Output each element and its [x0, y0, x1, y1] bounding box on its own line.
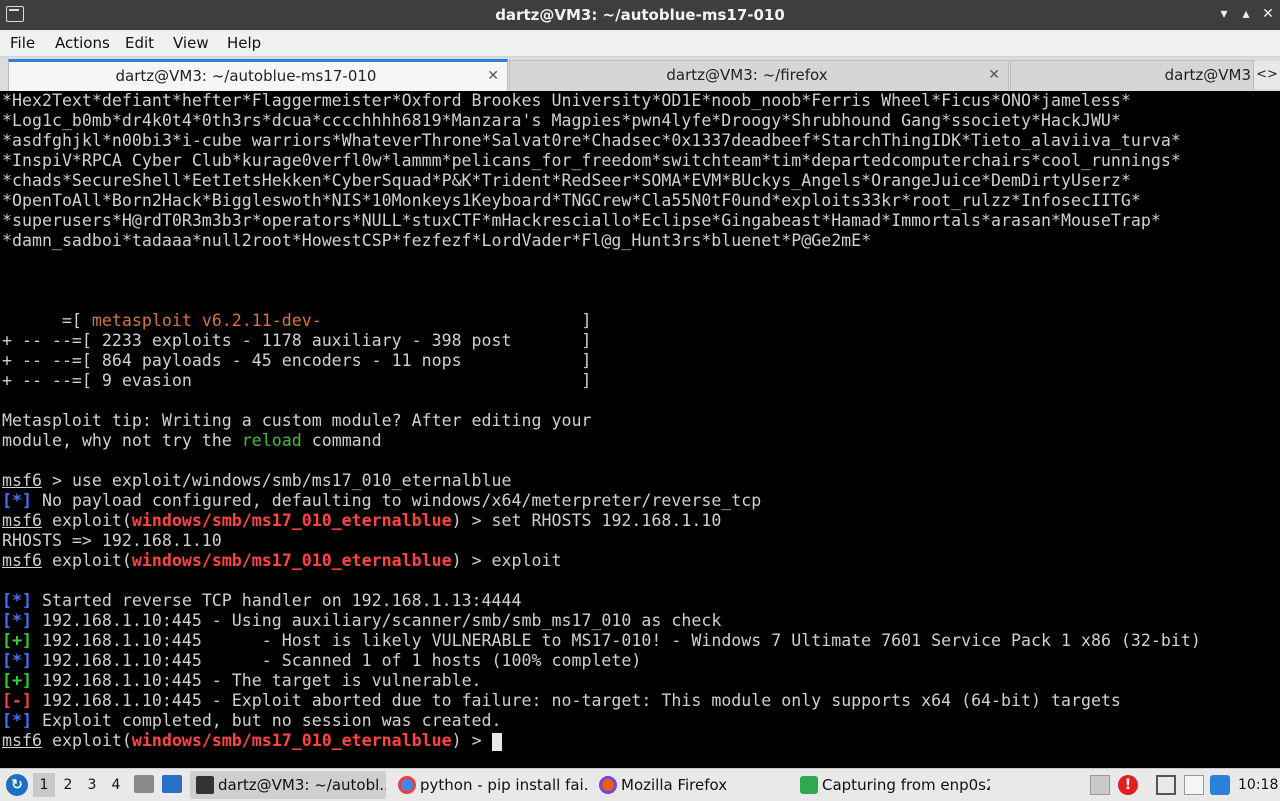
- window-title: dartz@VM3: ~/autoblue-ms17-010: [495, 6, 785, 24]
- tab-autoblue[interactable]: dartz@VM3: ~/autoblue-ms17-010 ✕: [8, 59, 508, 91]
- tab-firefox[interactable]: dartz@VM3: ~/firefox ✕: [509, 60, 1009, 90]
- output-line: [*] 192.168.1.10:445 - Scanned 1 of 1 ho…: [2, 651, 642, 670]
- notes-icon[interactable]: [1184, 775, 1204, 795]
- chevron-left-icon[interactable]: <: [1256, 67, 1267, 82]
- version-line: =[ metasploit v6.2.11-dev- ]: [2, 311, 592, 330]
- clock[interactable]: 10:18: [1238, 769, 1278, 801]
- version-text: metasploit v6.2.11-dev-: [91, 311, 322, 330]
- info-marker: [*]: [2, 591, 32, 610]
- tab-close-icon[interactable]: ✕: [988, 67, 1000, 83]
- task-terminal[interactable]: dartz@VM3: ~/autobl...: [190, 771, 386, 799]
- task-wireshark[interactable]: Capturing from enp0s2: [794, 771, 990, 799]
- task-chrome[interactable]: python - pip install fai...: [392, 771, 588, 799]
- terminal-output[interactable]: *Hex2Text*defiant*hefter*Flaggermeister*…: [0, 91, 1280, 763]
- reload-keyword: reload: [241, 431, 302, 450]
- tip-line: Metasploit tip: Writing a custom module?…: [2, 411, 592, 430]
- output-line: [*] Started reverse TCP handler on 192.1…: [2, 591, 522, 610]
- workspace-1[interactable]: 1: [33, 773, 55, 797]
- output-line: [+] 192.168.1.10:445 - The target is vul…: [2, 671, 482, 690]
- maximize-button[interactable]: ▴: [1236, 4, 1256, 24]
- command-line: msf6 exploit(windows/smb/ms17_010_eterna…: [2, 551, 562, 570]
- banner-line: *superusers*H@rdT0R3m3b3r*operators*NULL…: [2, 211, 1161, 230]
- taskbar: ↻ 1 2 3 4 dartz@VM3: ~/autobl... python …: [0, 768, 1280, 801]
- banner-line: *InspiV*RPCA Cyber Club*kurage0verfl0w*l…: [2, 151, 1181, 170]
- tab-label: dartz@VM3: ~/firefox: [666, 66, 828, 84]
- workspace-2[interactable]: 2: [57, 773, 79, 797]
- banner-line: *asdfghjkl*n00bi3*i-cube warriors*Whatev…: [2, 131, 1181, 150]
- output-line: RHOSTS => 192.168.1.10: [2, 531, 222, 550]
- alert-icon[interactable]: !: [1118, 775, 1138, 795]
- text-cursor: [491, 732, 502, 751]
- command-line: msf6 exploit(windows/smb/ms17_010_eterna…: [2, 731, 502, 751]
- terminal-icon: [196, 776, 214, 794]
- menu-edit[interactable]: Edit: [125, 30, 154, 56]
- tab-third[interactable]: dartz@VM3: [1010, 60, 1254, 90]
- success-marker: [+]: [2, 631, 32, 650]
- prompt: msf6: [2, 471, 42, 490]
- prompt: msf6: [2, 551, 42, 570]
- tab-label: dartz@VM3: ~/autoblue-ms17-010: [115, 67, 377, 85]
- tab-bar: dartz@VM3: ~/autoblue-ms17-010 ✕ dartz@V…: [0, 57, 1280, 92]
- banner-line: *chads*SecureShell*EetIetsHekken*CyberSq…: [2, 171, 1131, 190]
- info-marker: [*]: [2, 611, 32, 630]
- command-line: msf6 exploit(windows/smb/ms17_010_eterna…: [2, 511, 722, 530]
- menu-view[interactable]: View: [173, 30, 209, 56]
- module-name: windows/smb/ms17_010_eternalblue: [131, 551, 452, 570]
- menu-bar: File Actions Edit View Help: [0, 30, 1280, 57]
- wireshark-icon: [800, 776, 818, 794]
- chevron-right-icon[interactable]: >: [1267, 67, 1278, 82]
- success-marker: [+]: [2, 671, 32, 690]
- stats-line: + -- --=[ 2233 exploits - 1178 auxiliary…: [2, 331, 592, 350]
- info-marker: [*]: [2, 491, 32, 510]
- prompt: msf6: [2, 731, 42, 750]
- clipboard-icon[interactable]: [1090, 775, 1110, 795]
- menu-actions[interactable]: Actions: [55, 30, 110, 56]
- menu-help[interactable]: Help: [227, 30, 261, 56]
- info-marker: [*]: [2, 651, 32, 670]
- workspace-4[interactable]: 4: [105, 773, 127, 797]
- error-marker: [-]: [2, 691, 32, 710]
- window-title-bar[interactable]: dartz@VM3: ~/autoblue-ms17-010 ▾ ▴ ✕: [0, 0, 1280, 30]
- menu-file[interactable]: File: [10, 30, 35, 56]
- module-name: windows/smb/ms17_010_eternalblue: [131, 511, 452, 530]
- module-name: windows/smb/ms17_010_eternalblue: [131, 731, 452, 750]
- show-desktop-icon[interactable]: [162, 775, 182, 793]
- minimize-button[interactable]: ▾: [1214, 4, 1234, 24]
- tab-scroll-buttons[interactable]: <>: [1253, 61, 1280, 89]
- banner-line: *Hex2Text*defiant*hefter*Flaggermeister*…: [2, 91, 1131, 110]
- workspace-3[interactable]: 3: [81, 773, 103, 797]
- banner-line: *Log1c_b0mb*dr4k0t4*0th3rs*dcua*cccchhhh…: [2, 111, 1121, 130]
- volume-icon[interactable]: [1210, 775, 1230, 795]
- network-icon[interactable]: [1156, 775, 1176, 795]
- output-line: [+] 192.168.1.10:445 - Host is likely VU…: [2, 631, 1201, 650]
- firefox-icon: [599, 776, 617, 794]
- task-firefox[interactable]: Mozilla Firefox: [593, 771, 789, 799]
- output-line: [*] 192.168.1.10:445 - Using auxiliary/s…: [2, 611, 722, 630]
- stats-line: + -- --=[ 864 payloads - 45 encoders - 1…: [2, 351, 592, 370]
- tab-label: dartz@VM3: [1164, 66, 1251, 84]
- banner-line: *OpenToAll*Born2Hack*Biggleswoth*NIS*10M…: [2, 191, 1141, 210]
- file-manager-icon[interactable]: [134, 775, 154, 793]
- tab-close-icon[interactable]: ✕: [487, 68, 499, 84]
- command-line: msf6 > use exploit/windows/smb/ms17_010_…: [2, 471, 512, 490]
- close-window-button[interactable]: ✕: [1258, 4, 1278, 24]
- banner-line: *damn_sadboi*tadaaa*null2root*HowestCSP*…: [2, 231, 872, 250]
- tip-line: module, why not try the reload command: [2, 431, 382, 450]
- output-line: [*] Exploit completed, but no session wa…: [2, 711, 502, 730]
- output-line: [-] 192.168.1.10:445 - Exploit aborted d…: [2, 691, 1121, 710]
- chrome-icon: [398, 776, 416, 794]
- prompt: msf6: [2, 511, 42, 530]
- info-marker: [*]: [2, 711, 32, 730]
- stats-line: + -- --=[ 9 evasion ]: [2, 371, 592, 390]
- output-line: [*] No payload configured, defaulting to…: [2, 491, 762, 510]
- start-menu-icon[interactable]: ↻: [6, 774, 28, 796]
